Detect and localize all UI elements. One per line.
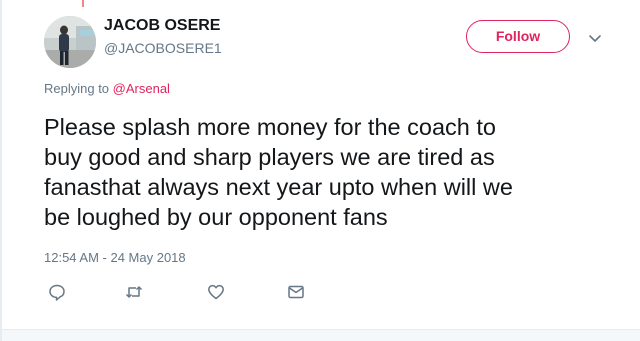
avatar[interactable]	[44, 16, 96, 68]
follow-button[interactable]: Follow	[466, 20, 570, 53]
tweet-text-line: be loughed by our opponent fans	[44, 204, 388, 230]
thread-connector	[82, 0, 84, 7]
avatar-photo	[44, 16, 96, 68]
tweet-timestamp[interactable]: 12:54 AM - 24 May 2018	[44, 250, 186, 265]
reply-context: Replying to @Arsenal	[44, 81, 170, 96]
tweet-text-line: Please splash more money for the coach t…	[44, 114, 496, 140]
envelope-icon[interactable]	[286, 282, 306, 302]
footer-strip	[2, 330, 640, 341]
tweet-text-line: buy good and sharp players we are tired …	[44, 144, 495, 170]
author-handle[interactable]: @JACOBOSERE1	[104, 40, 222, 56]
reply-mention-link[interactable]: @Arsenal	[113, 81, 170, 96]
tweet-text: Please splash more money for the coach t…	[44, 112, 614, 232]
retweet-icon[interactable]	[124, 282, 144, 302]
reply-context-prefix: Replying to	[44, 81, 110, 96]
heart-icon[interactable]	[206, 282, 226, 302]
reply-icon[interactable]	[47, 282, 67, 302]
tweet-card: JACOB OSERE @JACOBOSERE1 Follow Replying…	[0, 0, 640, 341]
author-name[interactable]: JACOB OSERE	[104, 17, 220, 35]
tweet-text-line: fanasthat always next year upto when wil…	[44, 174, 513, 200]
chevron-down-icon[interactable]	[587, 30, 603, 46]
